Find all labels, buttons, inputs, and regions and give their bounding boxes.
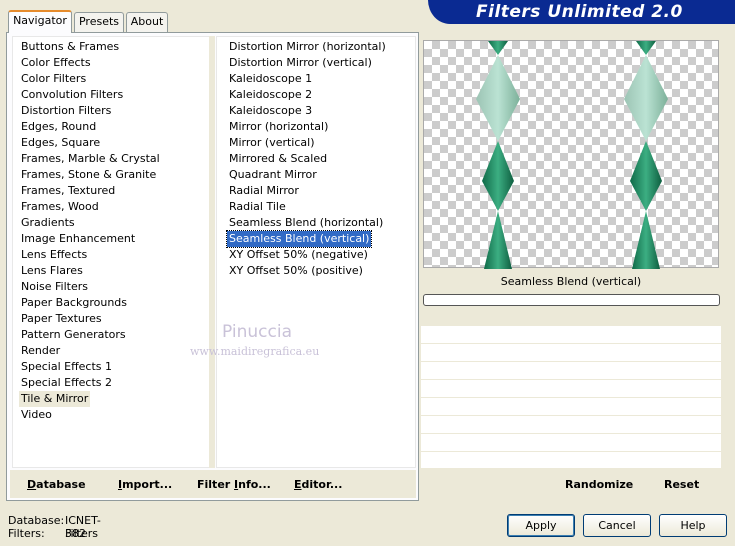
category-item[interactable]: Buttons & Frames (19, 39, 121, 55)
preview-shape-left (476, 41, 520, 269)
param-row (421, 452, 721, 470)
parameter-area (421, 326, 721, 470)
import-button[interactable]: Import... (118, 478, 172, 491)
watermark-url: www.maidiregrafica.eu (190, 345, 320, 358)
filter-item[interactable]: Mirror (vertical) (227, 135, 317, 151)
param-row (421, 416, 721, 434)
app-title: Filters Unlimited 2.0 (428, 0, 735, 24)
filter-item[interactable]: XY Offset 50% (negative) (227, 247, 370, 263)
category-item[interactable]: Frames, Marble & Crystal (19, 151, 162, 167)
cancel-button[interactable]: Cancel (583, 514, 651, 537)
param-row (421, 344, 721, 362)
filter-info-button[interactable]: Filter Info... (197, 478, 271, 491)
category-item[interactable]: Convolution Filters (19, 87, 125, 103)
category-item[interactable]: Noise Filters (19, 279, 90, 295)
randomize-button[interactable]: Randomize (565, 478, 633, 491)
filters-info: Filters: 382 (8, 527, 86, 540)
preview-shape-right (624, 41, 668, 269)
watermark-name: Pinuccia (222, 322, 292, 342)
category-item[interactable]: Special Effects 1 (19, 359, 114, 375)
category-item[interactable]: Frames, Textured (19, 183, 117, 199)
category-item[interactable]: Pattern Generators (19, 327, 128, 343)
category-item[interactable]: Edges, Square (19, 135, 102, 151)
filter-item[interactable]: Radial Mirror (227, 183, 301, 199)
param-row (421, 398, 721, 416)
progress-bar (423, 294, 720, 306)
tab-presets[interactable]: Presets (74, 12, 124, 32)
param-row (421, 326, 721, 344)
category-item[interactable]: Edges, Round (19, 119, 98, 135)
filter-item[interactable]: Kaleidoscope 3 (227, 103, 314, 119)
category-item[interactable]: Frames, Stone & Granite (19, 167, 158, 183)
filter-item[interactable]: Quadrant Mirror (227, 167, 319, 183)
category-item[interactable]: Tile & Mirror (19, 391, 91, 407)
category-item[interactable]: Lens Effects (19, 247, 89, 263)
param-row (421, 434, 721, 452)
filter-item[interactable]: Distortion Mirror (vertical) (227, 55, 374, 71)
category-list[interactable]: Buttons & Frames Color Effects Color Filte… (12, 36, 210, 468)
preview-image (423, 40, 719, 269)
filter-item[interactable]: Kaleidoscope 1 (227, 71, 314, 87)
filter-item[interactable]: XY Offset 50% (positive) (227, 263, 365, 279)
category-item[interactable]: Video (19, 407, 54, 423)
filter-item[interactable]: Seamless Blend (horizontal) (227, 215, 385, 231)
category-item[interactable]: Paper Backgrounds (19, 295, 129, 311)
help-button[interactable]: Help (659, 514, 727, 537)
category-item[interactable]: Image Enhancement (19, 231, 137, 247)
category-item[interactable]: Distortion Filters (19, 103, 113, 119)
filter-item[interactable]: Seamless Blend (vertical) (225, 230, 373, 248)
reset-button[interactable]: Reset (664, 478, 699, 491)
tab-navigator[interactable]: Navigator (8, 10, 72, 33)
filters-count: 382 (65, 527, 86, 540)
category-item[interactable]: Render (19, 343, 62, 359)
filter-item[interactable]: Distortion Mirror (horizontal) (227, 39, 388, 55)
filter-name-label: Seamless Blend (vertical) (500, 275, 642, 288)
database-button[interactable]: Database (27, 478, 86, 491)
category-item[interactable]: Frames, Wood (19, 199, 101, 215)
filter-list[interactable]: Distortion Mirror (horizontal) Distortion… (216, 36, 416, 468)
filter-item[interactable]: Radial Tile (227, 199, 288, 215)
filters-label: Filters: (8, 527, 45, 540)
category-item[interactable]: Paper Textures (19, 311, 104, 327)
filter-item[interactable]: Mirror (horizontal) (227, 119, 330, 135)
editor-button[interactable]: Editor... (294, 478, 342, 491)
filter-item[interactable]: Mirrored & Scaled (227, 151, 329, 167)
param-row (421, 362, 721, 380)
category-item[interactable]: Color Effects (19, 55, 93, 71)
preview-graphic (476, 41, 668, 269)
database-info: Database: ICNET-Filters (8, 514, 101, 540)
param-row (421, 380, 721, 398)
tab-about[interactable]: About (126, 12, 168, 32)
category-item[interactable]: Lens Flares (19, 263, 85, 279)
database-label: Database: (8, 514, 65, 527)
category-item[interactable]: Special Effects 2 (19, 375, 114, 391)
apply-button[interactable]: Apply (507, 514, 575, 537)
category-item[interactable]: Gradients (19, 215, 77, 231)
list-divider (209, 36, 215, 468)
category-item[interactable]: Color Filters (19, 71, 88, 87)
filter-item[interactable]: Kaleidoscope 2 (227, 87, 314, 103)
